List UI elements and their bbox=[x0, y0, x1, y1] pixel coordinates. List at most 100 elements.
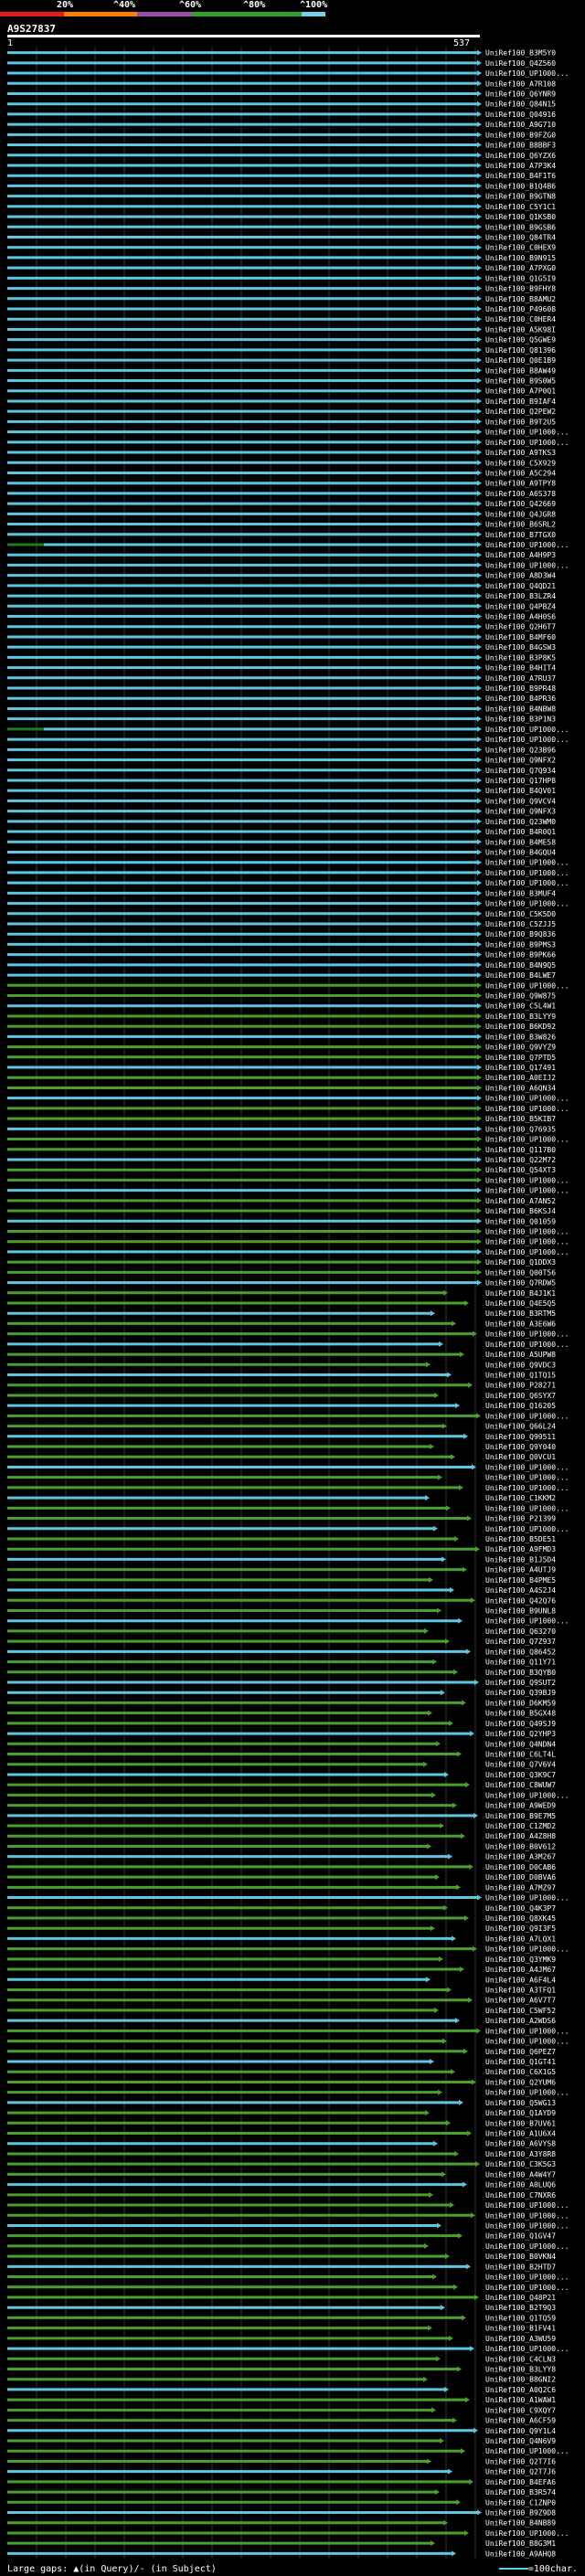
hit-label[interactable]: UniRef100_Q2YHP3 bbox=[485, 1730, 556, 1738]
hit-label[interactable]: UniRef100_UP1000... bbox=[485, 726, 569, 734]
hit-label[interactable]: UniRef100_Q11Y71 bbox=[485, 1659, 556, 1667]
hit-label[interactable]: UniRef100_C3K5G3 bbox=[485, 2160, 556, 2168]
hit-label[interactable]: UniRef100_Q4E5Q5 bbox=[485, 1299, 556, 1308]
hit-label[interactable]: UniRef100_Q48P21 bbox=[485, 2294, 556, 2302]
hit-label[interactable]: UniRef100_UP1000... bbox=[485, 2274, 569, 2282]
hit-label[interactable]: UniRef100_A3TFQ1 bbox=[485, 1986, 556, 1994]
hit-label[interactable]: UniRef100_B9PK66 bbox=[485, 951, 556, 959]
hit-label[interactable]: UniRef100_A9WED9 bbox=[485, 1802, 556, 1810]
hit-label[interactable]: UniRef100_A7PXG0 bbox=[485, 264, 556, 272]
hit-label[interactable]: UniRef100_B8AMU2 bbox=[485, 295, 556, 303]
hit-label[interactable]: UniRef100_Q1GV47 bbox=[485, 2232, 556, 2241]
hit-label[interactable]: UniRef100_A4H9P3 bbox=[485, 551, 556, 559]
hit-label[interactable]: UniRef100_UP1000... bbox=[485, 2089, 569, 2097]
hit-label[interactable]: UniRef100_A9FMD3 bbox=[485, 1545, 556, 1553]
hit-label[interactable]: UniRef100_Q7V6V4 bbox=[485, 1761, 556, 1769]
hit-label[interactable]: UniRef100_B2T9Q3 bbox=[485, 2304, 556, 2312]
hit-label[interactable]: UniRef100_A9G710 bbox=[485, 121, 556, 129]
hit-label[interactable]: UniRef100_UP1000... bbox=[485, 1227, 569, 1235]
hit-label[interactable]: UniRef100_Q2YUM6 bbox=[485, 2078, 556, 2086]
hit-label[interactable]: UniRef100_UP1000... bbox=[485, 2201, 569, 2210]
hit-label[interactable]: UniRef100_B4GSW3 bbox=[485, 643, 556, 652]
hit-label[interactable]: UniRef100_B9S0W5 bbox=[485, 377, 556, 386]
hit-label[interactable]: UniRef100_B4MF60 bbox=[485, 633, 556, 641]
hit-label[interactable]: UniRef100_B3R574 bbox=[485, 2488, 556, 2496]
hit-label[interactable]: UniRef100_A1WAW1 bbox=[485, 2396, 556, 2404]
hit-label[interactable]: UniRef100_C5X929 bbox=[485, 459, 556, 467]
hit-label[interactable]: UniRef100_B4EFA6 bbox=[485, 2478, 556, 2486]
hit-label[interactable]: UniRef100_A0LUQ6 bbox=[485, 2181, 556, 2189]
hit-label[interactable]: UniRef100_B3QYB0 bbox=[485, 1669, 556, 1677]
hit-label[interactable]: UniRef100_B1FV41 bbox=[485, 2325, 556, 2333]
hit-label[interactable]: UniRef100_UP1000... bbox=[485, 2529, 569, 2538]
hit-label[interactable]: UniRef100_C1ZMD2 bbox=[485, 1822, 556, 1830]
hit-label[interactable]: UniRef100_B5KIB7 bbox=[485, 1115, 556, 1123]
hit-label[interactable]: UniRef100_D6KM59 bbox=[485, 1699, 556, 1707]
hit-label[interactable]: UniRef100_Q84TR4 bbox=[485, 234, 556, 242]
hit-label[interactable]: UniRef100_Q81396 bbox=[485, 346, 556, 355]
hit-label[interactable]: UniRef100_Q4Z560 bbox=[485, 59, 556, 68]
hit-label[interactable]: UniRef100_Q5WG13 bbox=[485, 2099, 556, 2107]
hit-label[interactable]: UniRef100_UP1000... bbox=[485, 1105, 569, 1113]
hit-label[interactable]: UniRef100_Q22M72 bbox=[485, 1156, 556, 1164]
hit-label[interactable]: UniRef100_B9GSB6 bbox=[485, 223, 556, 231]
hit-label[interactable]: UniRef100_UP1000... bbox=[485, 1248, 569, 1256]
hit-label[interactable]: UniRef100_B8GNI2 bbox=[485, 2376, 556, 2384]
hit-label[interactable]: UniRef100_B4F1T6 bbox=[485, 172, 556, 180]
hit-label[interactable]: UniRef100_Q4JGR8 bbox=[485, 510, 556, 518]
hit-label[interactable]: UniRef100_Q4PBZ4 bbox=[485, 602, 556, 610]
hit-label[interactable]: UniRef100_UP1000... bbox=[485, 1525, 569, 1533]
hit-label[interactable]: UniRef100_Q2T7J6 bbox=[485, 2468, 556, 2476]
hit-label[interactable]: UniRef100_C7NXR6 bbox=[485, 2191, 556, 2200]
hit-label[interactable]: UniRef100_B3LYY8 bbox=[485, 2365, 556, 2373]
hit-label[interactable]: UniRef100_A3WU59 bbox=[485, 2335, 556, 2343]
hit-label[interactable]: UniRef100_Q6SYX7 bbox=[485, 1392, 556, 1400]
hit-label[interactable]: UniRef100_A4H0S6 bbox=[485, 613, 556, 621]
hit-label[interactable]: UniRef100_UP1000... bbox=[485, 1894, 569, 1903]
hit-label[interactable]: UniRef100_UP1000... bbox=[485, 1238, 569, 1246]
hit-label[interactable]: UniRef100_C6X1G5 bbox=[485, 2068, 556, 2076]
hit-label[interactable]: UniRef100_B4R0Q1 bbox=[485, 828, 556, 836]
hit-label[interactable]: UniRef100_Q2T7I6 bbox=[485, 2457, 556, 2465]
hit-label[interactable]: UniRef100_D0BVA6 bbox=[485, 1873, 556, 1882]
hit-label[interactable]: UniRef100_A8D3W4 bbox=[485, 572, 556, 580]
hit-label[interactable]: UniRef100_A7R108 bbox=[485, 80, 556, 88]
hit-label[interactable]: UniRef100_Q1G5I9 bbox=[485, 274, 556, 282]
hit-label[interactable]: UniRef100_Q7Z937 bbox=[485, 1638, 556, 1646]
hit-label[interactable]: UniRef100_UP1000... bbox=[485, 981, 569, 990]
hit-label[interactable]: UniRef100_A4JM67 bbox=[485, 1966, 556, 1974]
hit-label[interactable]: UniRef100_B3P1N3 bbox=[485, 716, 556, 724]
hit-label[interactable]: UniRef100_C5Y1C1 bbox=[485, 203, 556, 211]
hit-label[interactable]: UniRef100_UP1000... bbox=[485, 869, 569, 877]
hit-label[interactable]: UniRef100_B9FZG0 bbox=[485, 131, 556, 139]
hit-label[interactable]: UniRef100_B3RTM5 bbox=[485, 1309, 556, 1318]
hit-label[interactable]: UniRef100_UP1000... bbox=[485, 1474, 569, 1482]
hit-label[interactable]: UniRef100_A3Y8R8 bbox=[485, 2150, 556, 2158]
hit-label[interactable]: UniRef100_A4Z8H8 bbox=[485, 1832, 556, 1840]
hit-label[interactable]: UniRef100_B9UNL8 bbox=[485, 1606, 556, 1615]
hit-label[interactable]: UniRef100_Q1TQ59 bbox=[485, 2314, 556, 2322]
hit-label[interactable]: UniRef100_B8G3M1 bbox=[485, 2539, 556, 2548]
hit-label[interactable]: UniRef100_A9TPY8 bbox=[485, 480, 556, 488]
hit-label[interactable]: UniRef100_B9PR48 bbox=[485, 684, 556, 693]
hit-label[interactable]: UniRef100_Q7RDW5 bbox=[485, 1279, 556, 1288]
hit-label[interactable]: UniRef100_A7LQX1 bbox=[485, 1935, 556, 1943]
hit-label[interactable]: UniRef100_B8AW49 bbox=[485, 366, 556, 375]
hit-label[interactable]: UniRef100_Q42Q76 bbox=[485, 1596, 556, 1605]
hit-label[interactable]: UniRef100_A7P3K4 bbox=[485, 162, 556, 170]
hit-label[interactable]: UniRef100_Q4NDN4 bbox=[485, 1740, 556, 1748]
hit-label[interactable]: UniRef100_A9AHQ8 bbox=[485, 2549, 556, 2558]
hit-label[interactable]: UniRef100_A6VYS8 bbox=[485, 2140, 556, 2148]
hit-label[interactable]: UniRef100_A4UTJ9 bbox=[485, 1566, 556, 1574]
hit-label[interactable]: UniRef100_A5K98I bbox=[485, 325, 556, 334]
hit-label[interactable]: UniRef100_B5GX48 bbox=[485, 1710, 556, 1718]
hit-label[interactable]: UniRef100_A5C294 bbox=[485, 469, 556, 477]
hit-label[interactable]: UniRef100_UP1000... bbox=[485, 2284, 569, 2292]
hit-label[interactable]: UniRef100_B3LZR4 bbox=[485, 592, 556, 600]
hit-label[interactable]: UniRef100_C9XQY7 bbox=[485, 2406, 556, 2414]
hit-label[interactable]: UniRef100_Q4QD21 bbox=[485, 582, 556, 590]
hit-label[interactable]: UniRef100_UP1000... bbox=[485, 1136, 569, 1144]
hit-label[interactable]: UniRef100_UP1000... bbox=[485, 2345, 569, 2353]
hit-label[interactable]: UniRef100_Q86452 bbox=[485, 1648, 556, 1656]
hit-label[interactable]: UniRef100_UP1000... bbox=[485, 541, 569, 549]
